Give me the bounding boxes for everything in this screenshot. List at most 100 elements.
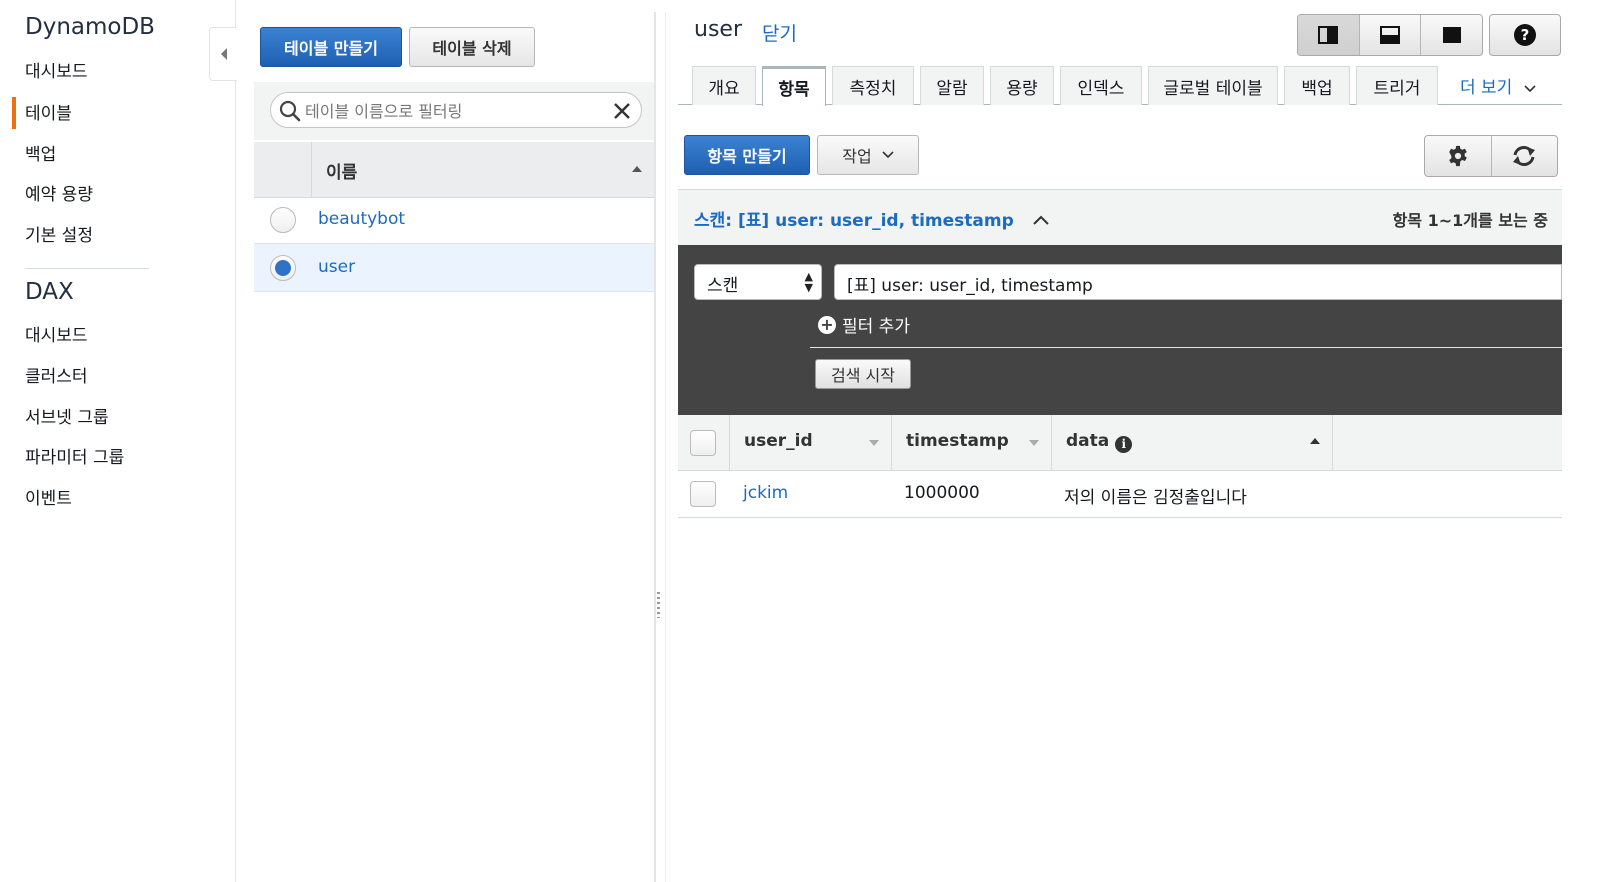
column-header-user-id[interactable]: user_id xyxy=(729,415,891,471)
scan-panel-divider xyxy=(810,347,1562,348)
nav-item-preferences[interactable]: 기본 설정 xyxy=(25,221,93,246)
table-select-radio[interactable] xyxy=(270,255,296,281)
table-detail-pane: user 닫기 ? 개요 항목 측정치 알람 용량 인덱스 글로벌 테이블 백업… xyxy=(678,0,1600,882)
more-tabs-dropdown[interactable]: 더 보기 xyxy=(1460,73,1536,98)
delete-table-button[interactable]: 테이블 삭제 xyxy=(409,27,535,67)
info-icon[interactable]: i xyxy=(1115,436,1133,453)
sort-ascending-icon[interactable] xyxy=(632,166,642,172)
tab-alarms[interactable]: 알람 xyxy=(920,66,984,105)
column-label-text: data xyxy=(1066,431,1110,451)
nav-active-indicator xyxy=(12,97,16,129)
scan-mode-select[interactable]: 스캔 ▲ ▼ xyxy=(694,264,822,300)
sort-caret-icon[interactable] xyxy=(1029,440,1039,446)
nav-item-clusters[interactable]: 클러스터 xyxy=(25,362,88,387)
nav-item-parameter-groups[interactable]: 파라미터 그룹 xyxy=(25,443,124,468)
tab-metrics[interactable]: 측정치 xyxy=(832,66,914,105)
help-icon: ? xyxy=(1514,24,1536,46)
column-label: user_id xyxy=(744,431,813,451)
tab-capacity[interactable]: 용량 xyxy=(990,66,1054,105)
items-table-header: user_id timestamp data i xyxy=(678,415,1562,471)
table-row[interactable]: jckim 1000000 저의 이름은 김정출입니다 xyxy=(678,471,1562,518)
sort-caret-icon[interactable] xyxy=(869,440,879,446)
table-row[interactable]: user xyxy=(254,244,654,292)
chevron-down-icon xyxy=(882,151,894,159)
create-item-button[interactable]: 항목 만들기 xyxy=(684,135,810,175)
column-header-timestamp[interactable]: timestamp xyxy=(891,415,1051,471)
full-screen-icon xyxy=(1442,27,1461,43)
nav-item-events[interactable]: 이벤트 xyxy=(25,484,72,509)
scan-summary-bar: 스캔: [표] user: user_id, timestamp 항목 1~1개… xyxy=(678,189,1562,245)
table-select-radio[interactable] xyxy=(270,207,296,233)
name-column-header[interactable]: 이름 xyxy=(326,158,357,183)
pane-resize-handle[interactable] xyxy=(654,12,666,882)
nav-item-backups[interactable]: 백업 xyxy=(25,140,56,165)
item-count-label: 항목 1~1개를 보는 중 xyxy=(1392,211,1548,230)
more-tabs-label: 더 보기 xyxy=(1460,78,1513,98)
start-search-button[interactable]: 검색 시작 xyxy=(815,359,911,389)
refresh-button[interactable] xyxy=(1492,136,1558,176)
tab-overview[interactable]: 개요 xyxy=(692,66,756,105)
nav-item-dashboard[interactable]: 대시보드 xyxy=(25,57,88,82)
column-header-data[interactable]: data i xyxy=(1051,415,1333,471)
add-filter-button[interactable]: + 필터 추가 xyxy=(818,312,910,337)
scan-summary-toggle[interactable]: 스캔: [표] user: user_id, timestamp xyxy=(694,206,1050,231)
refresh-icon xyxy=(1513,146,1536,166)
column-label: data i xyxy=(1066,431,1133,453)
scan-target-select[interactable]: [표] user: user_id, timestamp xyxy=(834,264,1562,300)
sort-ascending-icon[interactable] xyxy=(1310,438,1320,444)
split-vertical-view-button[interactable] xyxy=(1298,15,1360,55)
table-row[interactable]: beautybot xyxy=(254,196,654,244)
add-filter-label: 필터 추가 xyxy=(842,317,910,337)
drag-grip-icon[interactable] xyxy=(657,592,660,618)
table-filter-bar xyxy=(254,82,654,140)
nav-item-dax-dashboard[interactable]: 대시보드 xyxy=(25,321,88,346)
layout-toggle-group xyxy=(1297,14,1483,56)
scan-mode-value: 스캔 xyxy=(707,276,739,296)
chevron-down-icon xyxy=(1524,85,1536,93)
select-column-header xyxy=(254,142,312,198)
row-select-checkbox[interactable] xyxy=(690,481,716,507)
table-filter-field xyxy=(270,92,642,128)
table-filter-input[interactable] xyxy=(305,99,595,123)
select-arrows-icon: ▲ ▼ xyxy=(804,270,813,294)
close-detail-link[interactable]: 닫기 xyxy=(762,19,797,46)
clear-filter-icon[interactable] xyxy=(613,102,631,120)
nav-item-tables[interactable]: 테이블 xyxy=(25,99,72,124)
nav-section-title-dynamodb[interactable]: DynamoDB xyxy=(25,14,155,40)
actions-dropdown[interactable]: 작업 xyxy=(817,135,919,175)
split-horizontal-icon xyxy=(1380,26,1400,44)
nav-divider xyxy=(25,268,149,269)
gear-icon xyxy=(1448,145,1467,167)
table-name-link[interactable]: user xyxy=(318,257,355,277)
tab-indexes[interactable]: 인덱스 xyxy=(1060,66,1142,105)
item-timestamp: 1000000 xyxy=(904,483,980,503)
chevron-up-icon xyxy=(1032,215,1049,225)
item-data: 저의 이름은 김정출입니다 xyxy=(1064,488,1247,508)
tab-backups[interactable]: 백업 xyxy=(1284,66,1350,105)
search-icon xyxy=(279,100,301,122)
tables-list-header: 이름 xyxy=(254,142,654,198)
tab-global-tables[interactable]: 글로벌 테이블 xyxy=(1148,66,1278,105)
actions-label: 작업 xyxy=(842,147,872,166)
table-name-link[interactable]: beautybot xyxy=(318,209,405,229)
nav-item-subnet-groups[interactable]: 서브넷 그룹 xyxy=(25,403,109,428)
detail-table-name: user xyxy=(694,17,742,42)
column-label: timestamp xyxy=(906,431,1009,451)
split-horizontal-view-button[interactable] xyxy=(1360,15,1422,55)
scan-summary-label: 스캔: [표] user: user_id, timestamp xyxy=(694,211,1014,231)
scan-query-panel: 스캔 ▲ ▼ [표] user: user_id, timestamp + 필터 … xyxy=(678,245,1562,415)
help-button[interactable]: ? xyxy=(1489,14,1561,56)
nav-section-title-dax[interactable]: DAX xyxy=(25,279,74,305)
split-vertical-icon xyxy=(1318,26,1339,44)
select-all-checkbox[interactable] xyxy=(690,430,716,456)
collapse-nav-button[interactable] xyxy=(209,27,237,81)
create-table-button[interactable]: 테이블 만들기 xyxy=(260,27,402,67)
tables-pane: 테이블 만들기 테이블 삭제 이름 beautybot user xyxy=(254,0,654,882)
settings-button[interactable] xyxy=(1425,136,1492,176)
chevron-left-icon xyxy=(220,48,227,60)
full-view-button[interactable] xyxy=(1421,15,1482,55)
tab-triggers[interactable]: 트리거 xyxy=(1356,66,1438,105)
tab-items[interactable]: 항목 xyxy=(762,66,826,106)
item-user-id-link[interactable]: jckim xyxy=(743,483,788,503)
nav-item-reserved-capacity[interactable]: 예약 용량 xyxy=(25,180,93,205)
